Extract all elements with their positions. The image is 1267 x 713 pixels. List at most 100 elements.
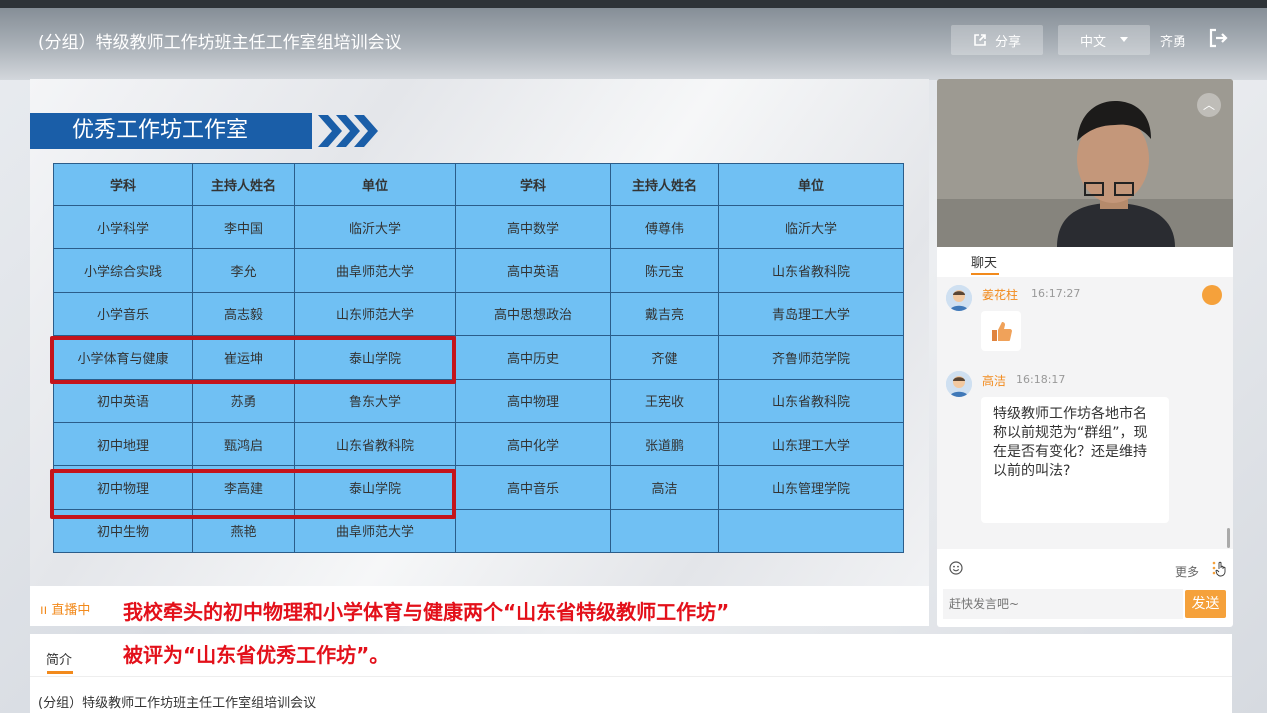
share-label: 分享 <box>994 34 1021 50</box>
table-cell: 曲阜师范大学 <box>294 248 456 293</box>
table-cell: 高中英语 <box>455 248 611 293</box>
table-cell <box>455 508 611 554</box>
tab-chat[interactable]: 聊天 <box>971 252 997 271</box>
table-cell: 小学音乐 <box>53 291 193 337</box>
live-status: ıı 直播中 <box>40 599 90 618</box>
message-sender: 姜花柱 <box>982 288 1019 302</box>
table-cell: 山东省教科院 <box>718 378 904 423</box>
gift-icon[interactable] <box>1202 285 1222 305</box>
table-cell: 戴吉亮 <box>610 291 719 337</box>
message-time: 16:17:27 <box>1031 287 1081 300</box>
message-text: 特级教师工作坊各地市名称以前规范为“群组”，现在是否有变化？还是维持以前的叫法? <box>993 406 1148 479</box>
intro-description: (分组）特级教师工作坊班主任工作室组培训会议 <box>38 696 317 711</box>
table-cell: 张道鹏 <box>610 421 719 467</box>
table-cell: 山东省教科院 <box>718 248 904 293</box>
table-cell: 初中地理 <box>53 421 193 467</box>
message-time: 16:18:17 <box>1016 373 1066 386</box>
avatar <box>946 285 972 311</box>
notice-line-2: 被评为“山东省优秀工作坊”。 <box>123 643 390 667</box>
user-name[interactable]: 齐勇 <box>1160 31 1186 50</box>
chevrons-icon <box>318 115 378 147</box>
table-cell <box>610 508 719 554</box>
table-cell: 李允 <box>192 248 295 293</box>
more-button[interactable]: 更多 <box>1175 563 1199 580</box>
caret-down-icon <box>1120 37 1128 42</box>
divider <box>30 676 1232 677</box>
emoji-icon[interactable] <box>949 561 963 575</box>
table-cell: 山东理工大学 <box>718 421 904 467</box>
avatar <box>946 371 972 397</box>
chat-scrollbar[interactable] <box>1227 528 1230 548</box>
table-cell: 鲁东大学 <box>294 378 456 423</box>
message-bubble <box>981 311 1021 351</box>
collapse-video-button[interactable]: ︿ <box>1197 93 1221 117</box>
table-cell: 傅尊伟 <box>610 204 719 250</box>
table-cell: 高中历史 <box>455 335 611 380</box>
share-icon <box>974 34 986 46</box>
column-header: 单位 <box>294 163 456 206</box>
user-avatar-icon <box>946 371 972 397</box>
table-cell: 临沂大学 <box>718 204 904 250</box>
column-header: 学科 <box>53 163 193 206</box>
column-header: 学科 <box>455 163 611 206</box>
table-cell: 山东师范大学 <box>294 291 456 337</box>
table-row: 小学综合实践 李允 曲阜师范大学 高中英语 陈元宝 山东省教科院 <box>53 248 904 293</box>
table-row: 小学音乐 高志毅 山东师范大学 高中思想政治 戴吉亮 青岛理工大学 <box>53 291 904 337</box>
share-button[interactable]: 分享 <box>951 25 1043 55</box>
presenter-video-image <box>937 79 1233 247</box>
column-header: 主持人姓名 <box>192 163 295 206</box>
side-panel: ︿ 聊天 姜花柱 16:17:27 高洁 16:18:17 特级教师工作坊各地市… <box>937 79 1233 627</box>
table-row: 初中地理 甄鸿启 山东省教科院 高中化学 张道鹏 山东理工大学 <box>53 421 904 467</box>
notice-line-1: 我校牵头的初中物理和小学体育与健康两个“山东省特级教师工作坊” <box>123 600 730 624</box>
table-header-row: 学科 主持人姓名 单位 学科 主持人姓名 单位 <box>53 163 904 206</box>
table-cell: 苏勇 <box>192 378 295 423</box>
tab-indicator <box>47 671 73 674</box>
table-cell: 甄鸿启 <box>192 421 295 467</box>
table-row: 初中英语 苏勇 鲁东大学 高中物理 王宪收 山东省教科院 <box>53 378 904 423</box>
send-button[interactable]: 发送 <box>1185 590 1226 618</box>
tab-intro[interactable]: 简介 <box>46 649 72 668</box>
meeting-title: (分组）特级教师工作坊班主任工作室组培训会议 <box>38 33 402 53</box>
table-cell: 初中英语 <box>53 378 193 423</box>
live-bars-icon: ıı <box>40 603 52 618</box>
table-cell: 高志毅 <box>192 291 295 337</box>
table-cell: 小学综合实践 <box>53 248 193 293</box>
message-bubble: 特级教师工作坊各地市名称以前规范为“群组”，现在是否有变化？还是维持以前的叫法? <box>981 397 1169 523</box>
table-cell: 王宪收 <box>610 378 719 423</box>
chat-input[interactable] <box>943 589 1183 619</box>
video-feed: ︿ <box>937 79 1233 247</box>
highlight-box <box>50 336 456 384</box>
language-label: 中文 <box>1079 34 1106 50</box>
table-row: 小学科学 李中国 临沂大学 高中数学 傅尊伟 临沂大学 <box>53 204 904 250</box>
slide-heading: 优秀工作坊工作室 <box>30 113 312 149</box>
table-cell: 齐健 <box>610 335 719 380</box>
column-header: 主持人姓名 <box>610 163 719 206</box>
logout-icon[interactable] <box>1207 27 1229 49</box>
column-header: 单位 <box>718 163 904 206</box>
presentation-slide: 优秀工作坊工作室 学科 主持人姓名 单位 学科 主持人姓名 单位 小学科学 李中… <box>30 79 929 586</box>
highlight-box <box>50 469 456 519</box>
table-cell: 高中物理 <box>455 378 611 423</box>
language-select[interactable]: 中文 <box>1058 25 1150 55</box>
thumbs-up-icon <box>992 322 1012 341</box>
table-cell: 高中数学 <box>455 204 611 250</box>
user-avatar-icon <box>946 285 972 311</box>
live-status-label: 直播中 <box>51 603 91 618</box>
table-cell: 高中思想政治 <box>455 291 611 337</box>
table-cell: 高中化学 <box>455 421 611 467</box>
table-cell: 李中国 <box>192 204 295 250</box>
message-sender: 高洁 <box>982 374 1007 388</box>
table-cell: 高中音乐 <box>455 465 611 510</box>
table-cell: 齐鲁师范学院 <box>718 335 904 380</box>
table-cell: 陈元宝 <box>610 248 719 293</box>
table-cell: 青岛理工大学 <box>718 291 904 337</box>
table-cell: 临沂大学 <box>294 204 456 250</box>
table-cell: 山东省教科院 <box>294 421 456 467</box>
window-edge <box>0 0 1267 8</box>
table-cell: 高洁 <box>610 465 719 510</box>
table-cell: 小学科学 <box>53 204 193 250</box>
more-options-icon[interactable] <box>1211 559 1227 577</box>
table-cell <box>718 508 904 554</box>
tab-indicator <box>971 273 999 275</box>
table-cell: 山东管理学院 <box>718 465 904 510</box>
